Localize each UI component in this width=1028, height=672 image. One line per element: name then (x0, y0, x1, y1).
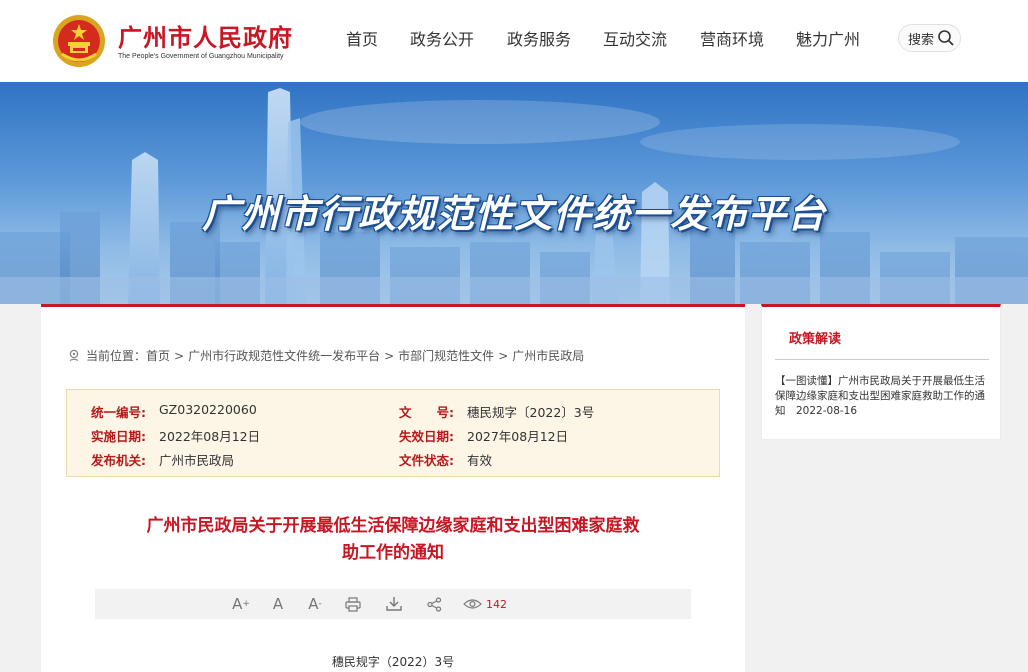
site-name-english: The People's Government of Guangzhou Mun… (118, 53, 284, 60)
banner-title: 广州市行政规范性文件统一发布平台 (201, 192, 826, 236)
font-normal-label: A (272, 595, 284, 613)
font-decrease-label: A (308, 595, 319, 613)
breadcrumb-platform[interactable]: 广州市行政规范性文件统一发布平台 (188, 347, 380, 364)
nav-government-affairs-open[interactable]: 政务公开 (410, 26, 474, 50)
serial-number-label: 统一编号: (91, 405, 146, 420)
download-button[interactable] (384, 594, 404, 614)
site-name[interactable]: 广州市人民政府 (118, 18, 293, 53)
nav-business-environment[interactable]: 营商环境 (700, 26, 764, 50)
nav-home[interactable]: 首页 (346, 26, 378, 50)
document-number-value: 穗民规字〔2022〕3号 (467, 405, 595, 420)
breadcrumb-department-files[interactable]: 市部门规范性文件 (398, 347, 494, 364)
effective-date-label: 实施日期: (91, 429, 146, 444)
document-title-line: 助工作的通知 (342, 543, 444, 563)
breadcrumb-civil-affairs-bureau[interactable]: 广州市民政局 (512, 347, 584, 364)
share-icon (426, 596, 441, 612)
policy-interpretation-link[interactable]: 【一图读懂】广州市民政局关于开展最低生活保障边缘家庭和支出型困难家庭救助工作的通… (775, 374, 989, 419)
status-value: 有效 (467, 453, 493, 468)
font-decrease-button[interactable]: A- (305, 594, 325, 614)
share-button[interactable] (424, 594, 444, 614)
policy-interpretation-panel: 政策解读 【一图读懂】广州市民政局关于开展最低生活保障边缘家庭和支出型困难家庭救… (761, 304, 1001, 440)
effective-date-value: 2022年08月12日 (159, 429, 261, 444)
expiry-date-value: 2027年08月12日 (467, 429, 569, 444)
issuer-label: 发布机关: (91, 453, 146, 468)
document-toolbar: A + A A- 142 (95, 589, 691, 619)
breadcrumb-separator: > (498, 348, 509, 363)
document-number-label: 文 号: (399, 405, 454, 420)
breadcrumb-prefix: 当前位置： (86, 349, 147, 363)
site-header: 广州市人民政府 The People's Government of Guang… (0, 0, 1028, 82)
document-title: 广州市民政局关于开展最低生活保障边缘家庭和支出型困难家庭救 助工作的通知 (101, 513, 685, 567)
national-emblem-icon[interactable] (52, 14, 106, 68)
status-label: 文件状态: (399, 453, 454, 468)
breadcrumb-separator: > (174, 348, 185, 363)
serial-number-value: GZ0320220060 (159, 402, 257, 417)
document-metadata: 统一编号: GZ0320220060 文 号: 穗民规字〔2022〕3号 实施日… (66, 389, 720, 477)
breadcrumb: 当前位置： 首页 > 广州市行政规范性文件统一发布平台 > 市部门规范性文件 >… (68, 347, 588, 364)
view-count-value: 142 (486, 597, 507, 611)
font-increase-button[interactable]: A + (231, 594, 251, 614)
panel-title: 政策解读 (789, 332, 842, 347)
document-number-body: 穗民规字（2022）3号 (331, 655, 455, 669)
view-count: 142 (463, 594, 523, 614)
main-content: 当前位置： 首页 > 广州市行政规范性文件统一发布平台 > 市部门规范性文件 >… (41, 304, 745, 672)
nav-government-services[interactable]: 政务服务 (507, 26, 571, 50)
font-increase-label: A (232, 595, 243, 613)
divider (775, 359, 989, 360)
print-icon (345, 596, 361, 612)
meta-row: 发布机关: 广州市民政局 文件状态: 有效 (67, 450, 719, 472)
font-normal-button[interactable]: A (269, 594, 287, 614)
meta-row: 实施日期: 2022年08月12日 失效日期: 2027年08月12日 (67, 426, 719, 448)
download-icon (386, 597, 402, 611)
search-icon (938, 30, 954, 46)
breadcrumb-separator: > (384, 348, 395, 363)
expiry-date-label: 失效日期: (399, 429, 454, 444)
search-label: 搜索 (908, 32, 935, 48)
search-button[interactable]: 搜索 (898, 24, 961, 52)
issuer-value: 广州市民政局 (159, 453, 235, 468)
nav-interaction[interactable]: 互动交流 (603, 26, 667, 50)
location-pin-icon (69, 349, 79, 362)
eye-icon (463, 599, 482, 609)
nav-charm-guangzhou[interactable]: 魅力广州 (796, 26, 860, 50)
breadcrumb-home[interactable]: 首页 (146, 347, 170, 364)
print-button[interactable] (343, 594, 363, 614)
document-title-line: 广州市民政局关于开展最低生活保障边缘家庭和支出型困难家庭救 (146, 516, 640, 536)
banner: 广州市行政规范性文件统一发布平台 (0, 82, 1028, 304)
meta-row: 统一编号: GZ0320220060 文 号: 穗民规字〔2022〕3号 (67, 402, 719, 424)
